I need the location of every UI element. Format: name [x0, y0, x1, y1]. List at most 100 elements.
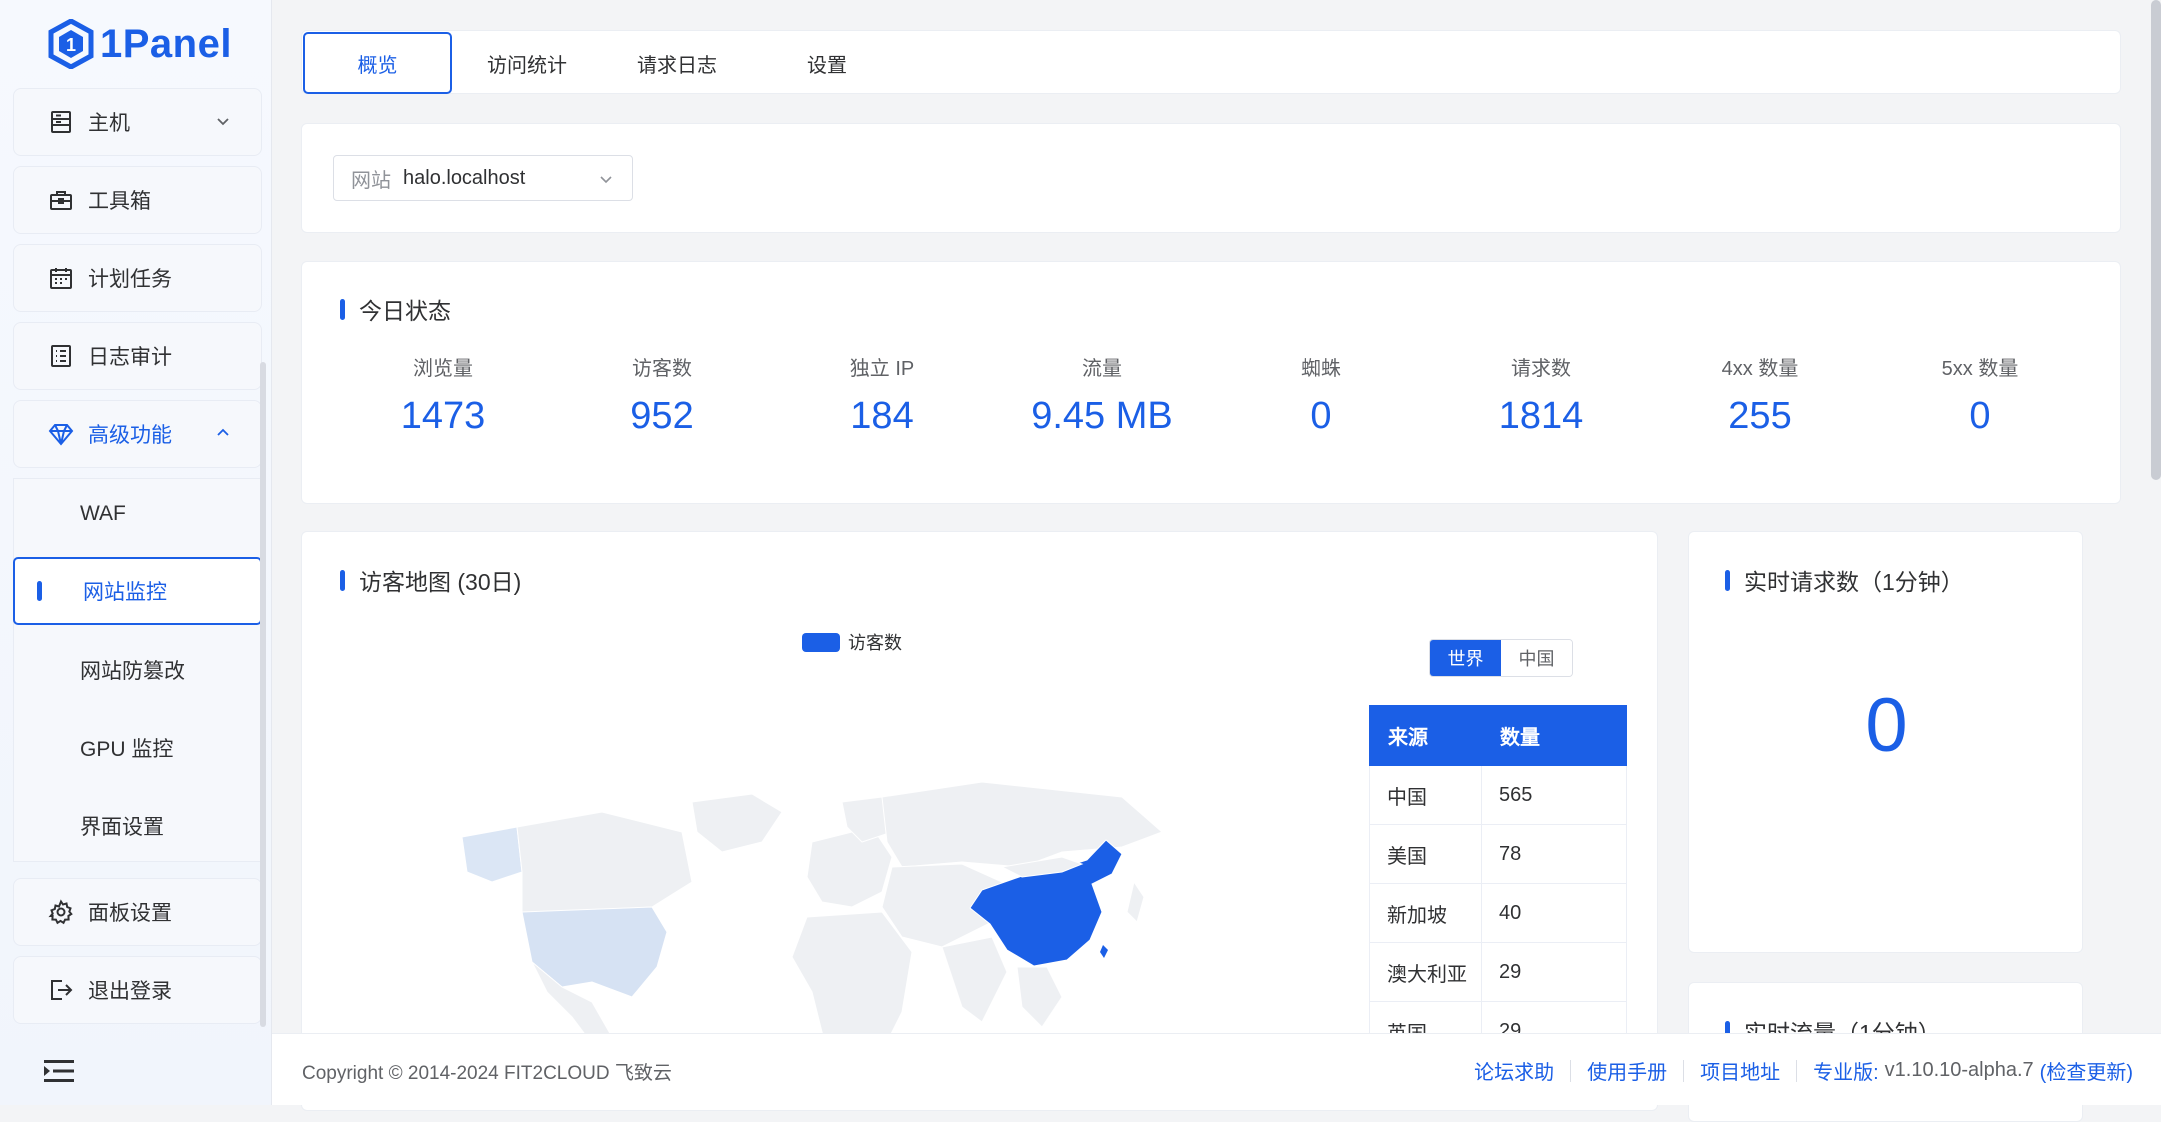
site-select[interactable]: 网站 halo.localhost — [333, 155, 633, 201]
sidebar-subitem-label: 网站监控 — [83, 581, 167, 604]
diamond-icon — [48, 424, 74, 446]
stat-value: 255 — [1728, 395, 1792, 437]
stat-label: 4xx 数量 — [1721, 358, 1799, 380]
manual-link[interactable]: 使用手册 — [1571, 1056, 1683, 1085]
pro-edition-label[interactable]: 专业版: — [1797, 1056, 1879, 1085]
stat-label: 独立 IP — [849, 358, 915, 380]
tab-settings[interactable]: 设置 — [752, 31, 902, 95]
sidebar-item-toolbox[interactable]: 工具箱 — [13, 166, 262, 234]
toggle-world[interactable]: 世界 — [1430, 640, 1501, 676]
stat-label: 访客数 — [632, 358, 692, 380]
cell-count: 78 — [1481, 824, 1627, 884]
visitor-map-title-text: 访客地图 (30日) — [359, 569, 522, 595]
sidebar-subitem-tamper[interactable]: 网站防篡改 — [13, 636, 262, 704]
cell-count: 29 — [1481, 942, 1627, 1002]
stat-value: 952 — [630, 395, 694, 437]
sidebar-item-label: 计划任务 — [88, 268, 172, 291]
stat-label: 请求数 — [1511, 358, 1571, 380]
sidebar-subitem-waf[interactable]: WAF — [13, 480, 262, 548]
sidebar-item-label: 日志审计 — [88, 346, 172, 369]
stat-4xx: 4xx 数量 255 — [1650, 352, 1870, 438]
sidebar-item-label: 主机 — [88, 112, 130, 135]
copyright: Copyright © 2014-2024 FIT2CLOUD 飞致云 — [302, 1063, 672, 1084]
active-indicator — [37, 581, 42, 601]
realtime-requests-card: 实时请求数（1分钟） 0 — [1688, 531, 2083, 953]
table-row: 中国 565 — [1369, 765, 1627, 825]
logout-icon — [51, 980, 73, 1000]
sidebar-item-cron[interactable]: 计划任务 — [13, 244, 262, 312]
log-icon — [51, 345, 71, 367]
stat-label: 5xx 数量 — [1941, 358, 2019, 380]
sidebar-item-panel-settings[interactable]: 面板设置 — [13, 878, 262, 946]
toggle-china[interactable]: 中国 — [1501, 640, 1572, 676]
title-mark — [340, 569, 345, 591]
cell-source: 美国 — [1369, 824, 1482, 884]
stat-value: 0 — [1969, 395, 1991, 437]
map-legend[interactable]: 访客数 — [802, 629, 902, 655]
stat-value: 1814 — [1498, 395, 1584, 437]
table-header-row: 来源 数量 — [1369, 705, 1627, 766]
sidebar-scrollbar[interactable] — [260, 362, 266, 1027]
visitor-source-table: 来源 数量 中国 565 美国 78 新加坡 40 澳大利亚 29 英国 — [1369, 705, 1627, 1061]
sidebar-subitem-gpu[interactable]: GPU 监控 — [13, 714, 262, 782]
site-filter-card: 网站 halo.localhost — [301, 123, 2121, 233]
version-text: v1.10.10-alpha.7 — [1884, 1059, 2034, 1081]
page-scrollbar[interactable] — [2151, 0, 2161, 480]
today-status-title-text: 今日状态 — [359, 298, 451, 324]
tab-overview[interactable]: 概览 — [303, 32, 452, 94]
legend-swatch — [802, 632, 840, 652]
stat-page-views: 浏览量 1473 — [333, 352, 553, 438]
project-link[interactable]: 项目地址 — [1684, 1056, 1796, 1085]
map-region-alaska — [461, 826, 523, 883]
cell-source: 中国 — [1369, 765, 1482, 825]
sidebar-item-label: 高级功能 — [88, 424, 172, 447]
check-update-link[interactable]: (检查更新) — [2034, 1056, 2133, 1085]
sidebar-subitem-label: GPU 监控 — [80, 738, 174, 761]
footer-links: 论坛求助 使用手册 项目地址 专业版: v1.10.10-alpha.7 (检查… — [1458, 1056, 2133, 1085]
site-select-value: halo.localhost — [403, 166, 526, 189]
title-mark — [340, 298, 345, 320]
stat-spiders: 蜘蛛 0 — [1211, 352, 1431, 438]
sidebar: 1 1Panel 主机 工具箱 计划任务 日志审计 高级功能 WAF 网站监控 … — [0, 0, 272, 1105]
app-logo[interactable]: 1 1Panel — [48, 16, 232, 72]
map-region-southeast-asia — [1016, 966, 1063, 1028]
sidebar-item-host[interactable]: 主机 — [13, 88, 262, 156]
visitor-map-title: 访客地图 (30日) — [340, 563, 521, 597]
visitor-map-card: 访客地图 (30日) 访客数 世界 中国 来源 数量 中国 565 美国 78 … — [301, 531, 1658, 1111]
stat-label: 蜘蛛 — [1301, 358, 1341, 380]
map-region-greenland — [691, 793, 783, 853]
stat-5xx: 5xx 数量 0 — [1870, 352, 2090, 438]
gear-icon — [48, 899, 73, 925]
sidebar-subitem-ui-settings[interactable]: 界面设置 — [13, 792, 262, 860]
stat-value: 9.45 MB — [1031, 395, 1173, 437]
map-region-canada — [516, 811, 693, 913]
stat-requests: 请求数 1814 — [1431, 352, 1651, 438]
region-toggle: 世界 中国 — [1429, 639, 1573, 677]
map-region-india — [941, 936, 1008, 1023]
realtime-requests-title: 实时请求数（1分钟） — [1725, 563, 1964, 597]
stat-visitors: 访客数 952 — [552, 352, 772, 438]
collapse-menu-icon[interactable] — [44, 1058, 74, 1084]
sidebar-item-advanced[interactable]: 高级功能 — [13, 400, 262, 468]
sidebar-subitem-label: 界面设置 — [80, 816, 164, 839]
stat-value: 0 — [1310, 395, 1332, 437]
stat-value: 184 — [850, 395, 914, 437]
logo-icon: 1 — [48, 19, 94, 69]
tab-request-logs[interactable]: 请求日志 — [602, 31, 752, 95]
sidebar-item-logout[interactable]: 退出登录 — [13, 956, 262, 1024]
app-name: 1Panel — [100, 21, 232, 66]
table-row: 新加坡 40 — [1369, 883, 1627, 943]
tab-access-stats[interactable]: 访问统计 — [452, 31, 602, 95]
sidebar-subitem-site-monitor[interactable]: 网站监控 — [13, 557, 262, 625]
svg-text:1: 1 — [66, 35, 76, 55]
sidebar-item-log-audit[interactable]: 日志审计 — [13, 322, 262, 390]
forum-link[interactable]: 论坛求助 — [1458, 1056, 1570, 1085]
server-icon — [51, 111, 71, 133]
today-status-title: 今日状态 — [340, 292, 451, 326]
footer: Copyright © 2014-2024 FIT2CLOUD 飞致云 论坛求助… — [272, 1033, 2161, 1105]
chevron-up-icon — [217, 428, 229, 436]
column-header-source: 来源 — [1369, 705, 1482, 766]
table-row: 美国 78 — [1369, 824, 1627, 884]
map-region-taiwan — [1100, 945, 1108, 958]
stat-unique-ip: 独立 IP 184 — [772, 352, 992, 438]
